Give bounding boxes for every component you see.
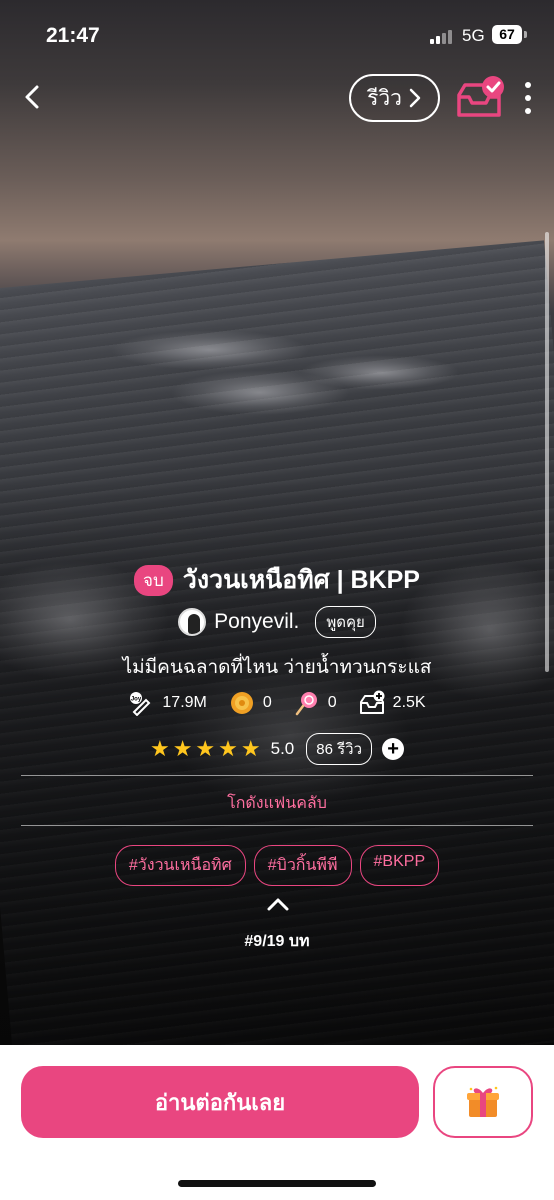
star-icon: ★: [240, 736, 261, 761]
coins-stat: 0: [229, 690, 272, 716]
tag-chip[interactable]: #BKPP: [359, 845, 440, 886]
divider: [21, 825, 533, 826]
gift-button[interactable]: [433, 1066, 533, 1138]
more-vertical-icon: [525, 82, 531, 88]
rating-row: ★ ★ ★ ★ ★ 5.0 86 รีวิว +: [0, 733, 554, 765]
shelf-count: 2.5K: [392, 694, 426, 711]
episode-progress: #9/19 บท: [244, 933, 310, 950]
tag-chip[interactable]: #วังวนเหนือทิศ: [114, 845, 246, 886]
star-icon: ★: [195, 736, 216, 761]
chat-button[interactable]: พูดคุย: [315, 606, 376, 638]
gift-icon: [467, 1086, 499, 1117]
views-icon: Joy: [130, 692, 151, 716]
battery-icon: 67: [492, 25, 522, 44]
review-count-button[interactable]: 86 รีวิว: [306, 733, 373, 765]
chevron-left-icon: [25, 85, 39, 109]
lollipop-icon: [295, 692, 317, 716]
clock: 21:47: [46, 24, 100, 47]
add-review-icon[interactable]: +: [382, 738, 405, 760]
chevron-right-icon: [409, 88, 421, 108]
bookshelf-check-icon: [457, 76, 504, 117]
author-avatar[interactable]: [178, 608, 207, 636]
signal-icon: [430, 28, 452, 44]
star-icon: ★: [149, 736, 170, 761]
continue-reading-button[interactable]: อ่านต่อกันเลย: [21, 1066, 419, 1138]
author-name[interactable]: Ponyevil.: [214, 610, 299, 634]
views-count: 17.9M: [162, 694, 207, 711]
chevron-up-icon[interactable]: [266, 896, 290, 912]
candies-count: 0: [327, 694, 337, 711]
author-row: Ponyevil. พูดคุย: [0, 606, 554, 638]
star-icon: ★: [172, 736, 193, 761]
add-to-shelf-button[interactable]: [455, 75, 507, 121]
fanclub-link[interactable]: โกดังแฟนคลับ: [0, 791, 554, 816]
candies-stat: 0: [294, 690, 337, 716]
svg-text:Joy: Joy: [131, 697, 142, 703]
status-bar: 21:47 5G 67: [0, 0, 554, 70]
battery-tip: [524, 31, 527, 38]
views-stat: Joy 17.9M: [128, 690, 207, 716]
home-indicator: [178, 1180, 376, 1187]
status-badge: จบ: [134, 564, 173, 596]
coin-icon: [230, 692, 253, 714]
network-label: 5G: [462, 26, 485, 45]
novel-tagline: ไม่มีคนฉลาดที่ไหน ว่ายน้ำทวนกระแส: [122, 657, 432, 678]
shelf-add-icon: [359, 690, 385, 714]
stats-row: Joy 17.9M 0 0 2.5K: [0, 690, 554, 716]
continue-reading-label: อ่านต่อกันเลย: [154, 1089, 286, 1115]
more-options-button[interactable]: [518, 82, 538, 114]
review-button-label: รีวิว: [367, 86, 402, 110]
shelf-stat: 2.5K: [359, 690, 426, 716]
divider: [21, 775, 533, 776]
review-button[interactable]: รีวิว: [349, 74, 440, 122]
tags-row: #วังวนเหนือทิศ #บิวกิ้นพีพี #BKPP: [0, 845, 554, 886]
star-icon: ★: [218, 736, 238, 761]
tag-chip[interactable]: #บิวกิ้นพีพี: [253, 845, 352, 886]
novel-title: วังวนเหนือทิศ | BKPP: [182, 566, 420, 594]
wave-foam: [110, 330, 310, 370]
coins-count: 0: [262, 694, 272, 711]
cover-background: [0, 0, 554, 1045]
rating-stars: ★ ★ ★ ★ ★: [150, 736, 261, 762]
rating-value: 5.0: [270, 739, 295, 758]
wave-foam: [170, 370, 350, 415]
title-row: จบ วังวนเหนือทิศ | BKPP: [0, 560, 554, 600]
back-button[interactable]: [18, 82, 48, 112]
